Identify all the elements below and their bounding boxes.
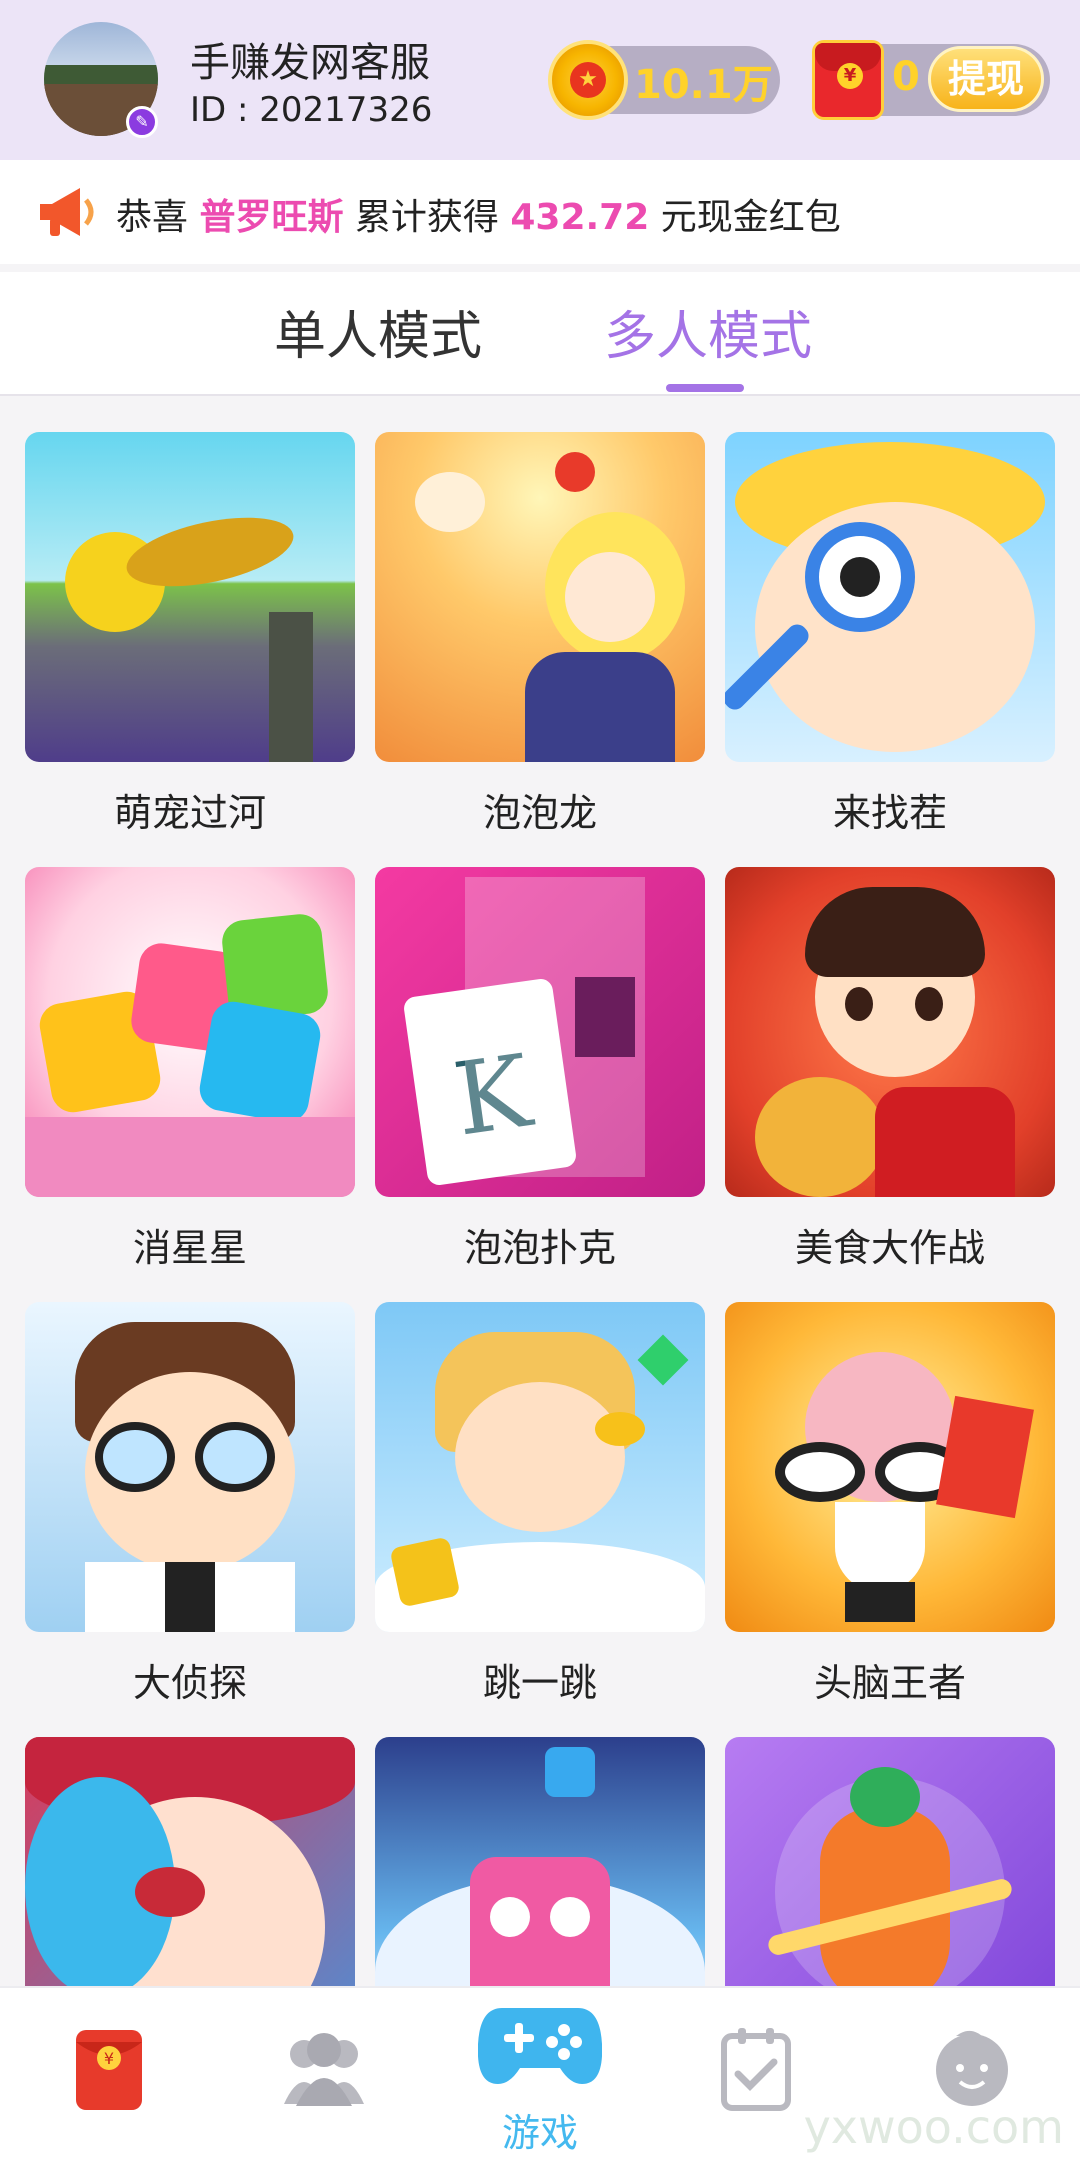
edit-profile-icon[interactable]: ✎ xyxy=(126,106,158,138)
winner-name: 普罗旺斯 xyxy=(199,197,344,238)
user-id: ID : 20217326 xyxy=(190,90,433,130)
header: ✎ 手赚发网客服 ID : 20217326 ★ 10.1万 ¥ 0 提现 xyxy=(0,0,1080,160)
game-card[interactable] xyxy=(725,1737,1055,1986)
game-thumbnail xyxy=(375,1737,705,1986)
mode-tabs: 单人模式 多人模式 xyxy=(0,272,1080,396)
game-title: 萌宠过河 xyxy=(113,791,266,835)
game-title: 跳一跳 xyxy=(482,1661,597,1705)
profile-icon xyxy=(936,2030,1008,2106)
game-title: 来找茬 xyxy=(832,791,947,835)
announcement-text: 恭喜 普罗旺斯 累计获得 432.72 元现金红包 xyxy=(116,197,841,238)
game-card[interactable]: 消星星 xyxy=(25,867,355,1272)
game-card[interactable]: 来找茬 xyxy=(725,432,1055,837)
red-packet-icon: ¥ xyxy=(812,40,884,120)
game-thumbnail xyxy=(25,1737,355,1986)
watermark: yxwoo.com xyxy=(803,2100,1064,2154)
game-title: 泡泡扑克 xyxy=(463,1226,616,1270)
nav-red-packet[interactable]: ¥ xyxy=(0,1988,216,2160)
megaphone-icon xyxy=(40,188,94,236)
tab-single-player[interactable]: 单人模式 xyxy=(274,294,482,369)
game-card[interactable] xyxy=(375,1737,705,1986)
nav-games-label: 游戏 xyxy=(501,2111,578,2155)
game-title: 消星星 xyxy=(132,1226,247,1270)
game-title: 泡泡龙 xyxy=(482,791,597,835)
bottom-nav: ¥ 游戏 yxwoo.com xyxy=(0,1986,1080,2160)
game-thumbnail xyxy=(375,432,705,762)
svg-text:¥: ¥ xyxy=(104,2049,114,2068)
game-card[interactable]: 美食大作战 xyxy=(725,867,1055,1272)
game-title: 大侦探 xyxy=(132,1661,247,1705)
tab-multi-player[interactable]: 多人模式 xyxy=(604,294,812,369)
game-thumbnail xyxy=(725,1737,1055,1986)
gamepad-icon xyxy=(478,2008,602,2084)
game-thumbnail xyxy=(725,432,1055,762)
checklist-icon xyxy=(721,2028,791,2111)
game-thumbnail xyxy=(25,867,355,1197)
game-thumbnail xyxy=(25,432,355,762)
game-grid: 萌宠过河 泡泡龙 来找茬 消星星 K 泡泡扑克 美食大作战 大侦探 跳一跳 头脑… xyxy=(0,398,1080,1986)
game-card[interactable]: 头脑王者 xyxy=(725,1302,1055,1707)
game-card[interactable]: 泡泡龙 xyxy=(375,432,705,837)
announcement-bar: 恭喜 普罗旺斯 累计获得 432.72 元现金红包 xyxy=(0,160,1080,264)
active-tab-indicator xyxy=(666,384,744,392)
game-card[interactable]: 萌宠过河 xyxy=(25,432,355,837)
user-name: 手赚发网客服 xyxy=(190,40,430,86)
game-thumbnail xyxy=(725,1302,1055,1632)
game-title: 美食大作战 xyxy=(794,1226,985,1270)
nav-friends[interactable] xyxy=(216,1988,432,2160)
game-card[interactable] xyxy=(25,1737,355,1986)
game-card[interactable]: 跳一跳 xyxy=(375,1302,705,1707)
game-thumbnail: K xyxy=(375,867,705,1197)
friends-icon xyxy=(284,2033,364,2106)
red-packet-icon: ¥ xyxy=(76,2030,142,2110)
withdraw-button[interactable]: 提现 xyxy=(928,46,1044,112)
game-thumbnail xyxy=(725,867,1055,1197)
win-amount: 432.72 xyxy=(510,197,650,238)
game-card[interactable]: K 泡泡扑克 xyxy=(375,867,705,1272)
coin-value: 10.1万 xyxy=(634,62,773,108)
nav-games[interactable]: 游戏 xyxy=(432,1988,648,2160)
game-title: 头脑王者 xyxy=(813,1661,966,1705)
game-thumbnail xyxy=(25,1302,355,1632)
coin-icon: ★ xyxy=(548,40,628,120)
game-thumbnail xyxy=(375,1302,705,1632)
red-packet-value: 0 xyxy=(892,54,920,100)
game-card[interactable]: 大侦探 xyxy=(25,1302,355,1707)
